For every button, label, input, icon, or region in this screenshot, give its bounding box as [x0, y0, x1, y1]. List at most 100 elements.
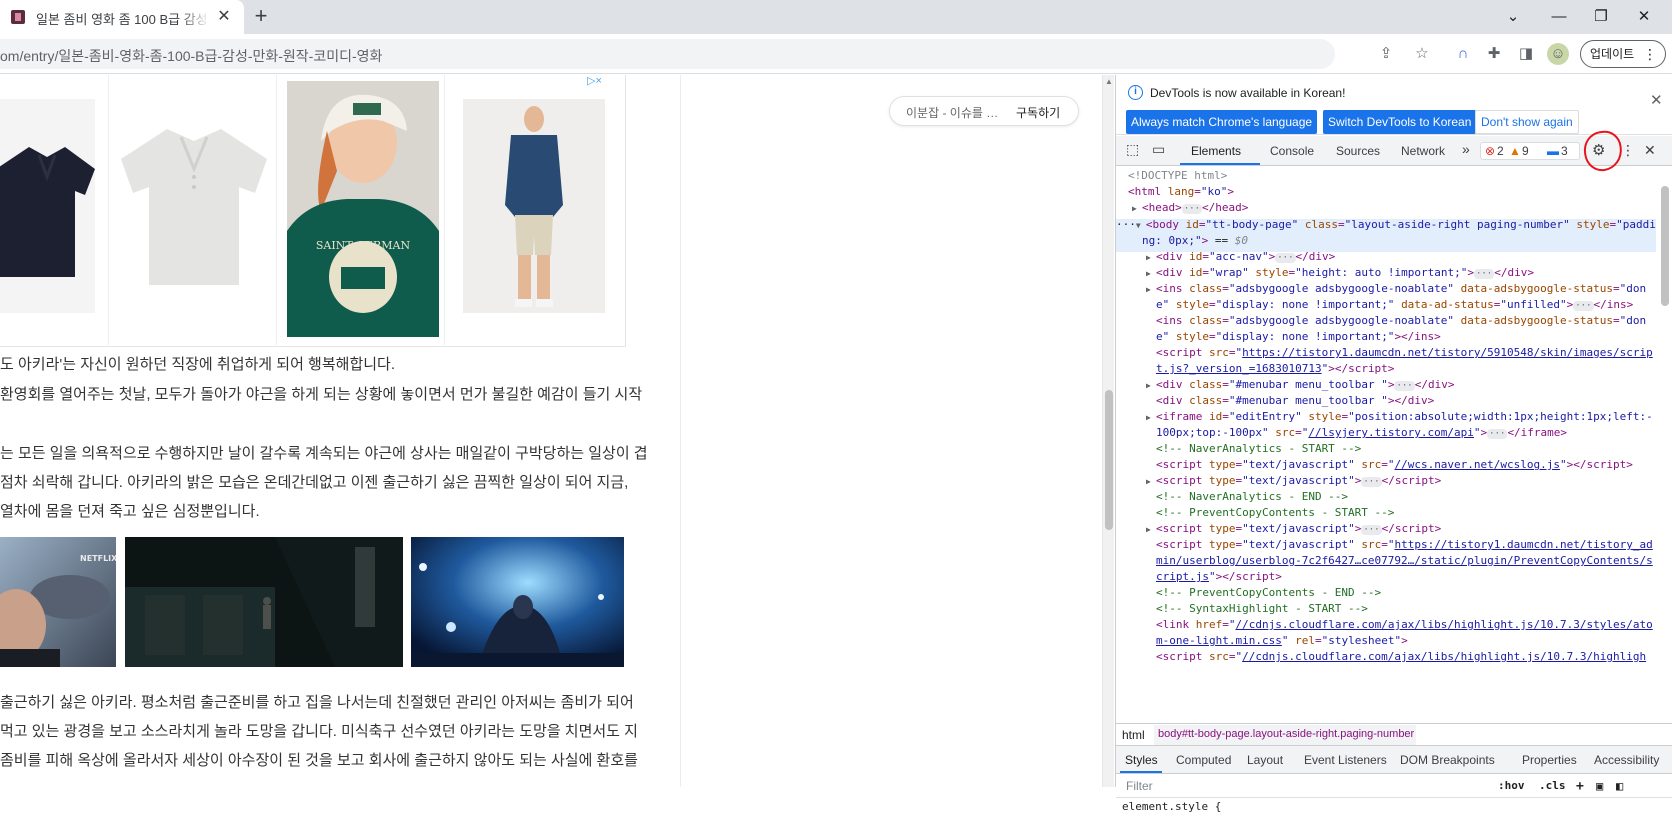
dom-line[interactable]: <link href="//cdnjs.cloudflare.com/ajax/…	[1156, 617, 1653, 633]
dom-line[interactable]: <script type="text/javascript" src="http…	[1156, 537, 1653, 553]
hov-toggle[interactable]: :hov	[1498, 779, 1525, 792]
dom-tree[interactable]: <!DOCTYPE html> <html lang="ko"> ▶ <head>…	[1116, 166, 1656, 723]
navy-polo-image	[0, 147, 95, 277]
dom-line[interactable]: <!-- PreventCopyContents - START -->	[1156, 505, 1394, 521]
dom-tree-scrollbar-thumb[interactable]	[1661, 186, 1669, 306]
dom-line[interactable]: ▶ <script type="text/javascript"> ··· </scr…	[1146, 473, 1441, 490]
infobar-message: DevTools is now available in Korean!	[1150, 86, 1346, 100]
tab-sources[interactable]: Sources	[1336, 144, 1380, 158]
svg-text:SAINT GERMAN: SAINT GERMAN	[316, 239, 411, 252]
bookmark-star-icon[interactable]: ☆	[1411, 43, 1433, 65]
dom-line[interactable]: ▶ <div id="wrap" style="height: auto !imp…	[1146, 265, 1534, 282]
ad-product-1[interactable]	[0, 75, 109, 345]
dom-line[interactable]: <script type="text/javascript" src="//wc…	[1156, 457, 1633, 473]
dom-line[interactable]: cript.js"></script>	[1156, 569, 1282, 585]
tab-network[interactable]: Network	[1401, 144, 1445, 158]
devtools-menu-icon[interactable]: ⋮	[1621, 142, 1635, 159]
dom-line[interactable]: <html lang="ko">	[1128, 184, 1234, 200]
tab-event-listeners[interactable]: Event Listeners	[1304, 753, 1387, 767]
dom-line[interactable]: ▶ <div class="#menubar menu_toolbar "> ···…	[1146, 377, 1454, 394]
dom-line[interactable]: ···▼ <body id="tt-body-page" class="layou…	[1116, 217, 1656, 234]
restore-icon[interactable]: ❐	[1587, 4, 1615, 30]
warning-icon: ▲	[1509, 144, 1521, 158]
dom-line[interactable]: e" style="display: none !important;"></i…	[1156, 329, 1441, 345]
toggle-sidebar-icon[interactable]: ◧	[1616, 779, 1623, 793]
tab-properties[interactable]: Properties	[1522, 753, 1577, 767]
dom-tree-scrollbar[interactable]	[1657, 166, 1672, 723]
share-icon[interactable]: ⇪	[1375, 43, 1397, 65]
dom-line[interactable]: ▶ <head> ··· </head>	[1132, 200, 1248, 217]
dom-line[interactable]: <div class="#menubar menu_toolbar "></di…	[1156, 393, 1434, 409]
movie-still-2	[125, 537, 403, 667]
dom-line[interactable]: ▶ <script type="text/javascript"> ··· </scr…	[1146, 521, 1441, 538]
profile-avatar-icon[interactable]: ☺	[1547, 43, 1569, 65]
dom-line[interactable]: ▶ <ins class="adsbygoogle adsbygoogle-noa…	[1146, 281, 1646, 298]
subscribe-button[interactable]: 구독하기	[1016, 104, 1060, 121]
dom-line[interactable]: m-one-light.min.css" rel="stylesheet">	[1156, 633, 1408, 649]
extension-arc-icon[interactable]: ∩	[1452, 43, 1474, 65]
inspect-element-icon[interactable]: ⬚	[1126, 141, 1139, 158]
devtools-infobar: i DevTools is now available in Korean! A…	[1116, 75, 1672, 135]
close-tab-icon[interactable]: ✕	[214, 7, 234, 27]
dom-line[interactable]: <!-- NaverAnalytics - START -->	[1156, 441, 1361, 457]
more-tabs-icon[interactable]: »	[1462, 141, 1470, 157]
tab-elements[interactable]: Elements	[1191, 144, 1241, 158]
tab-styles[interactable]: Styles	[1125, 753, 1158, 767]
dom-line[interactable]: <!DOCTYPE html>	[1128, 168, 1227, 184]
ad-product-2[interactable]	[111, 75, 277, 345]
tab-console[interactable]: Console	[1270, 144, 1314, 158]
message-count: 3	[1561, 144, 1568, 158]
dom-line[interactable]: <script src="//cdnjs.cloudflare.com/ajax…	[1156, 649, 1646, 665]
ad-product-3[interactable]: SAINT GERMAN	[279, 75, 445, 345]
match-language-button[interactable]: Always match Chrome's language	[1126, 110, 1318, 134]
minimize-icon[interactable]: —	[1545, 4, 1573, 30]
tab-computed[interactable]: Computed	[1176, 753, 1231, 767]
dom-line[interactable]: ▶ <div id="acc-nav"> ··· </div>	[1146, 249, 1335, 266]
dom-line[interactable]: 100px;top:-100px" src="//lsyjery.tistory…	[1156, 425, 1567, 441]
element-style-rule[interactable]: element.style {	[1122, 800, 1221, 813]
dom-breadcrumb: html body#tt-body-page.layout-aside-righ…	[1116, 723, 1672, 746]
ad-product-4[interactable]	[447, 75, 625, 345]
dom-line[interactable]: <ins class="adsbygoogle adsbygoogle-noab…	[1156, 313, 1646, 329]
dom-line[interactable]: ng: 0px;"> == $0	[1142, 233, 1248, 249]
subscribe-pill[interactable]: 이분잡 - 이슈를 … 구독하기	[889, 96, 1079, 126]
address-bar[interactable]: om/entry/일본-좀비-영화-좀-100-B급-감성-만화-원작-코미디-…	[0, 39, 1335, 69]
dom-line[interactable]: <!-- PreventCopyContents - END -->	[1156, 585, 1381, 601]
device-toolbar-icon[interactable]: ▭	[1152, 141, 1165, 158]
breadcrumb-html[interactable]: html	[1122, 728, 1145, 742]
cls-toggle[interactable]: .cls	[1539, 779, 1566, 792]
infobar-close-icon[interactable]: ✕	[1650, 91, 1663, 109]
side-panel-icon[interactable]: ◨	[1515, 43, 1537, 65]
movie-still-1: NETFLIX	[0, 537, 116, 667]
switch-korean-button[interactable]: Switch DevTools to Korean	[1323, 110, 1477, 134]
dom-line[interactable]: <!-- SyntaxHighlight - START -->	[1156, 601, 1368, 617]
tab-accessibility[interactable]: Accessibility	[1594, 753, 1659, 767]
white-polo-image	[121, 129, 267, 285]
message-icon: ▬	[1547, 144, 1559, 158]
browser-tab[interactable]: 일본 좀비 영화 좀 100 B급 감성 만화 원작 코미디 영화 ✕	[0, 0, 244, 34]
styles-filter-input[interactable]: Filter	[1126, 779, 1153, 793]
extensions-puzzle-icon[interactable]: ✚	[1483, 43, 1505, 65]
dom-line[interactable]: ▶ <iframe id="editEntry" style="position:…	[1146, 409, 1653, 426]
dom-line[interactable]: min/userblog/userblog-7c2f6427…ce07792…/…	[1156, 553, 1653, 569]
dom-line[interactable]: <!-- NaverAnalytics - END -->	[1156, 489, 1348, 505]
breadcrumb-body[interactable]: body#tt-body-page.layout-aside-right.pag…	[1158, 728, 1414, 740]
dont-show-again-button[interactable]: Don't show again	[1475, 110, 1579, 134]
ad-choices-icon[interactable]: ▷×	[587, 75, 602, 87]
dom-line[interactable]: t.js?_version_=1683010713"></script>	[1156, 361, 1394, 377]
blog-name: 이분잡 - 이슈를 …	[906, 106, 999, 120]
dom-line[interactable]: e" style="display: none !important;" dat…	[1156, 297, 1633, 313]
page-scrollbar-thumb[interactable]	[1105, 390, 1113, 530]
ad-banner[interactable]: SAINT GERMAN ▷×	[0, 75, 626, 347]
tab-layout[interactable]: Layout	[1247, 753, 1283, 767]
scroll-up-icon[interactable]: ▲	[1105, 77, 1113, 86]
page-scrollbar[interactable]: ▲	[1102, 75, 1114, 787]
devtools-close-icon[interactable]: ✕	[1644, 142, 1656, 159]
dom-line[interactable]: <script src="https://tistory1.daumcdn.ne…	[1156, 345, 1653, 361]
computed-styles-icon[interactable]: ▣	[1596, 779, 1603, 793]
tab-dom-breakpoints[interactable]: DOM Breakpoints	[1400, 753, 1495, 767]
tab-search-icon[interactable]: ⌄	[1499, 4, 1527, 30]
window-close-icon[interactable]: ✕	[1630, 4, 1658, 30]
new-tab-icon[interactable]: +	[250, 5, 272, 28]
update-button[interactable]: 업데이트 ⋮	[1580, 40, 1666, 68]
